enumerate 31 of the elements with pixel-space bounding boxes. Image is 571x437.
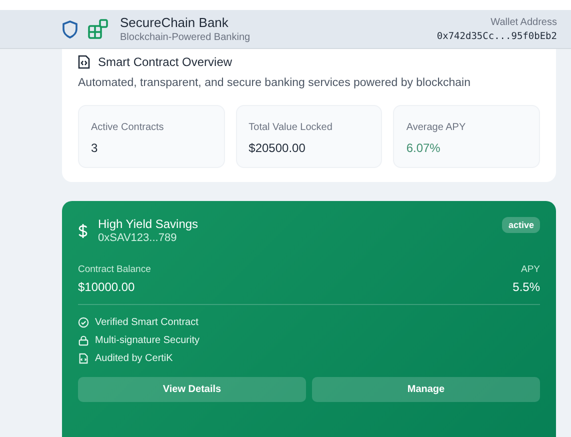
apy-label: APY (520, 264, 540, 275)
stat-label: Total Value Locked (248, 122, 334, 133)
code-file-icon (78, 55, 90, 69)
wallet-address: 0x742d35Cc...95f0bEb2 (436, 30, 557, 42)
check-circle-icon (78, 317, 89, 328)
balance-label: Contract Balance (78, 264, 151, 275)
document-icon (78, 353, 89, 364)
status-badge: active (502, 217, 540, 233)
blocks-icon (88, 19, 108, 39)
stat-value: $20500.00 (248, 141, 306, 155)
overview-title: Smart Contract Overview (98, 55, 232, 69)
feature-text: Audited by CertiK (95, 353, 173, 364)
feature-text: Multi-signature Security (95, 335, 200, 346)
contract-address: 0xSAV123...789 (98, 232, 178, 244)
feature-text: Verified Smart Contract (95, 317, 198, 328)
overview-description: Automated, transparent, and secure banking services powered by blockchain (78, 77, 472, 89)
app-subtitle: Blockchain-Powered Banking (120, 32, 250, 43)
balance-value: $10000.00 (78, 280, 136, 294)
stat-label: Average APY (406, 122, 467, 133)
dollar-icon (78, 222, 88, 238)
stat-value: 6.07% (406, 141, 442, 155)
manage-button[interactable]: Manage (312, 377, 540, 402)
stat-value: 3 (91, 141, 99, 155)
shield-icon (62, 20, 78, 38)
lock-icon (78, 335, 89, 346)
contract-name: High Yield Savings (98, 217, 198, 231)
wallet-label: Wallet Address (490, 16, 557, 28)
app-title: SecureChain Bank (120, 15, 230, 30)
stat-label: Active Contracts (91, 122, 165, 133)
view-details-button[interactable]: View Details (78, 377, 306, 402)
apy-value: 5.5% (512, 280, 540, 294)
